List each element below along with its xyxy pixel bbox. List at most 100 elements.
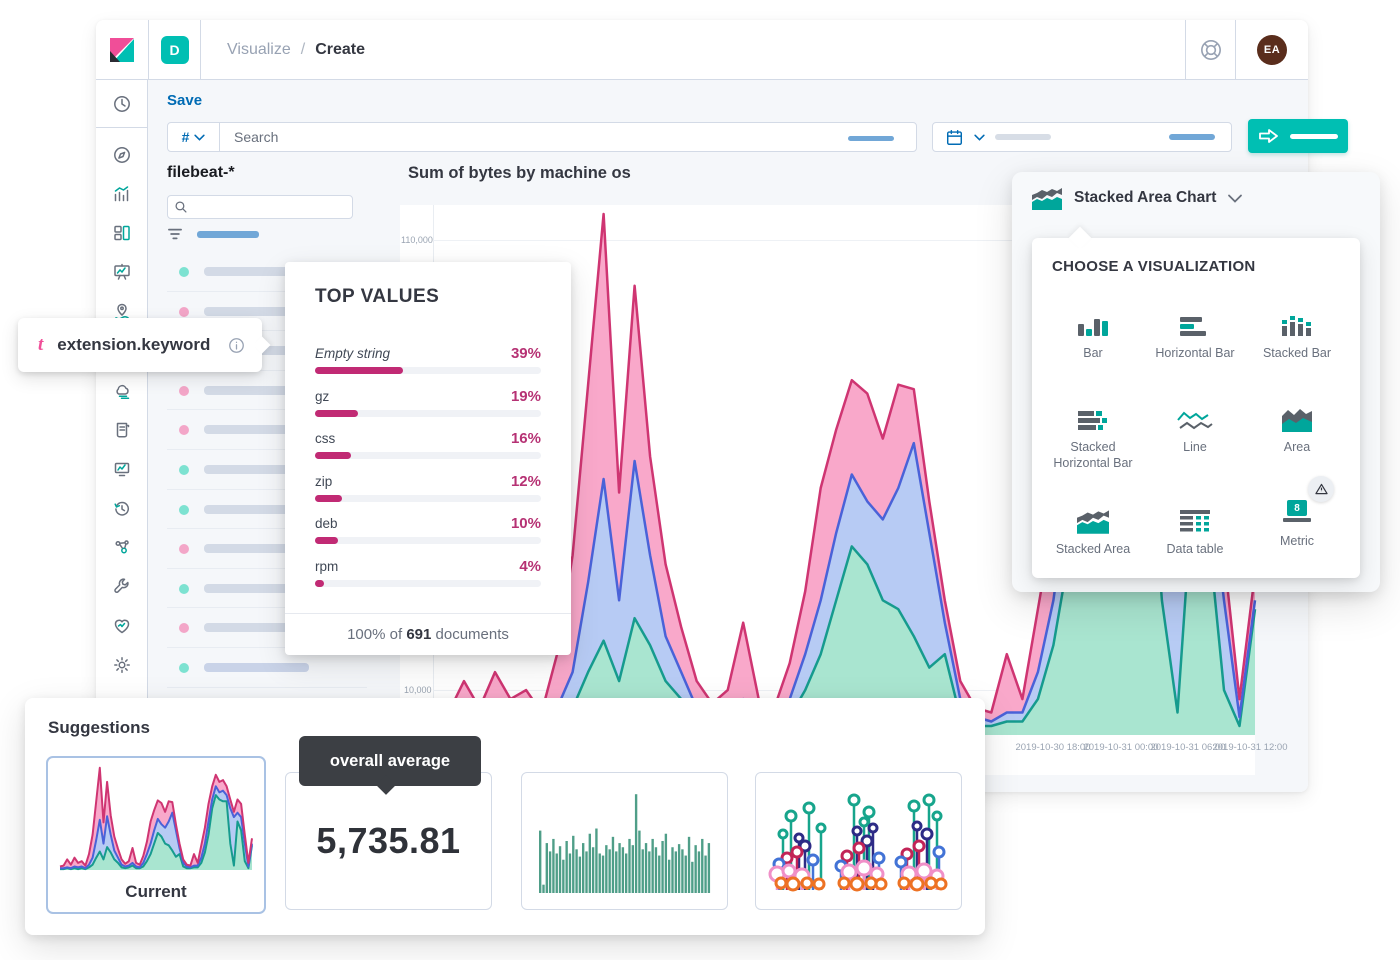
- dashboard-icon[interactable]: [111, 222, 133, 244]
- refresh-submit-button[interactable]: [1248, 119, 1348, 153]
- dev-tools-wrench-icon[interactable]: [111, 575, 133, 597]
- field-type-dot: [179, 544, 189, 554]
- arrow-right-icon: [1258, 128, 1280, 144]
- save-button[interactable]: Save: [167, 92, 202, 109]
- space-switcher[interactable]: D: [149, 20, 201, 79]
- top-header: D Visualize / Create EA: [96, 20, 1308, 80]
- chevron-down-icon: [194, 134, 205, 141]
- space-badge: D: [161, 36, 189, 64]
- graph-icon[interactable]: [111, 536, 133, 558]
- top-value-label: css: [315, 431, 335, 446]
- viz-picker-popup: CHOOSE A VISUALIZATION Bar Horizontal Ba…: [1032, 238, 1360, 578]
- top-value-item: deb10%: [315, 515, 541, 544]
- chart-title: Sum of bytes by machine os: [408, 164, 631, 183]
- field-name-tooltip: t extension.keyword: [18, 318, 262, 372]
- breadcrumb-visualize[interactable]: Visualize: [227, 41, 291, 59]
- top-value-bar-track: [315, 367, 541, 374]
- footer-suffix: documents: [431, 626, 509, 643]
- search-input[interactable]: [220, 129, 916, 145]
- top-value-bar: [315, 410, 358, 417]
- calendar-icon: [945, 128, 964, 147]
- top-value-bar: [315, 580, 324, 587]
- suggestion-metric-card[interactable]: 5,735.81: [285, 772, 492, 910]
- footer-prefix: 100% of: [347, 626, 406, 643]
- top-value-bar: [315, 452, 351, 459]
- query-redacted-text: [848, 136, 894, 141]
- field-type-dot: [179, 386, 189, 396]
- viz-option-metric[interactable]: 8 Metric: [1246, 486, 1348, 578]
- breadcrumb-separator: /: [301, 41, 305, 59]
- date-picker[interactable]: [932, 122, 1232, 152]
- top-value-percent: 19%: [511, 388, 541, 405]
- breadcrumb-create: Create: [315, 41, 365, 59]
- query-prefix-label: #: [182, 129, 190, 145]
- data-table-icon: [1180, 500, 1210, 534]
- field-type-letter: t: [38, 334, 43, 356]
- viz-option-stacked-area[interactable]: Stacked Area: [1042, 486, 1144, 578]
- help-button[interactable]: [1185, 20, 1235, 79]
- metric-icon: 8: [1283, 500, 1311, 526]
- breadcrumb: Visualize / Create: [201, 20, 1185, 79]
- button-redacted-label: [1290, 134, 1338, 139]
- viz-option-horizontal-bar[interactable]: Horizontal Bar: [1144, 290, 1246, 384]
- top-value-label: Empty string: [315, 346, 390, 361]
- chevron-down-icon: [1228, 194, 1242, 203]
- viz-option-label: Data table: [1167, 541, 1224, 557]
- info-icon[interactable]: [227, 336, 246, 355]
- top-value-bar-track: [315, 410, 541, 417]
- clock-icon[interactable]: [111, 93, 133, 115]
- field-type-dot: [179, 584, 189, 594]
- monitoring-heartbeat-icon[interactable]: [111, 615, 133, 637]
- field-type-dot: [179, 425, 189, 435]
- visualize-chart-icon[interactable]: [111, 183, 133, 205]
- top-values-popup: TOP VALUES Empty string39%gz19%css16%zip…: [285, 262, 571, 655]
- viz-picker-heading: CHOOSE A VISUALIZATION: [1052, 258, 1256, 275]
- top-value-bar-track: [315, 452, 541, 459]
- infrastructure-scroll-icon[interactable]: [111, 419, 133, 441]
- viz-type-trigger[interactable]: Stacked Area Chart: [1032, 186, 1242, 210]
- histogram-mini-chart: [539, 789, 711, 893]
- user-menu[interactable]: EA: [1235, 20, 1308, 79]
- kibana-logo-icon: [109, 37, 135, 63]
- x-tick-4: 2019-10-31 12:00: [1212, 742, 1287, 753]
- suggestion-scatter-card[interactable]: [755, 772, 962, 910]
- canvas-icon[interactable]: [111, 261, 133, 283]
- query-bar: #: [167, 122, 917, 152]
- field-type-dot: [179, 267, 189, 277]
- field-name-label: extension.keyword: [57, 335, 213, 355]
- field-type-dot: [179, 663, 189, 673]
- warning-triangle-icon: [1315, 483, 1328, 495]
- viz-option-label: Stacked Bar: [1263, 345, 1331, 361]
- viz-option-label: Bar: [1083, 345, 1102, 361]
- discover-compass-icon[interactable]: [111, 144, 133, 166]
- viz-option-stacked-horizontal-bar[interactable]: Stacked Horizontal Bar: [1042, 384, 1144, 486]
- viz-option-label: Stacked Horizontal Bar: [1042, 439, 1144, 472]
- filter-icon[interactable]: [167, 227, 183, 241]
- logs-cloud-icon[interactable]: [111, 380, 133, 402]
- suggestions-title: Suggestions: [48, 718, 150, 738]
- viz-option-line[interactable]: Line: [1144, 384, 1246, 486]
- query-language-selector[interactable]: #: [168, 123, 220, 151]
- uptime-icon[interactable]: [111, 497, 133, 519]
- top-value-item: Empty string39%: [315, 345, 541, 374]
- viz-option-area[interactable]: Area: [1246, 384, 1348, 486]
- index-pattern-title[interactable]: filebeat-*: [167, 164, 235, 182]
- viz-option-label: Stacked Area: [1056, 541, 1130, 557]
- filter-redacted-label: [197, 231, 259, 238]
- viz-option-bar[interactable]: Bar: [1042, 290, 1144, 384]
- top-value-label: gz: [315, 389, 329, 404]
- field-search-box[interactable]: [167, 195, 353, 219]
- top-value-item: gz 19%: [315, 388, 541, 417]
- suggestion-histogram-card[interactable]: [521, 772, 728, 910]
- suggestion-current-card[interactable]: Current: [46, 756, 266, 914]
- top-values-list: Empty string39%gz19%css16%zip12%deb10%rp…: [315, 345, 541, 600]
- stacked-area-chart-icon: [1077, 500, 1109, 534]
- top-value-label: rpm: [315, 559, 338, 574]
- viz-option-stacked-bar[interactable]: Stacked Bar: [1246, 290, 1348, 384]
- kibana-logo[interactable]: [96, 20, 149, 79]
- apm-icon[interactable]: [111, 458, 133, 480]
- viz-option-data-table[interactable]: Data table: [1144, 486, 1246, 578]
- management-gear-icon[interactable]: [111, 654, 133, 676]
- top-value-item: rpm4%: [315, 558, 541, 587]
- field-type-dot: [179, 307, 189, 317]
